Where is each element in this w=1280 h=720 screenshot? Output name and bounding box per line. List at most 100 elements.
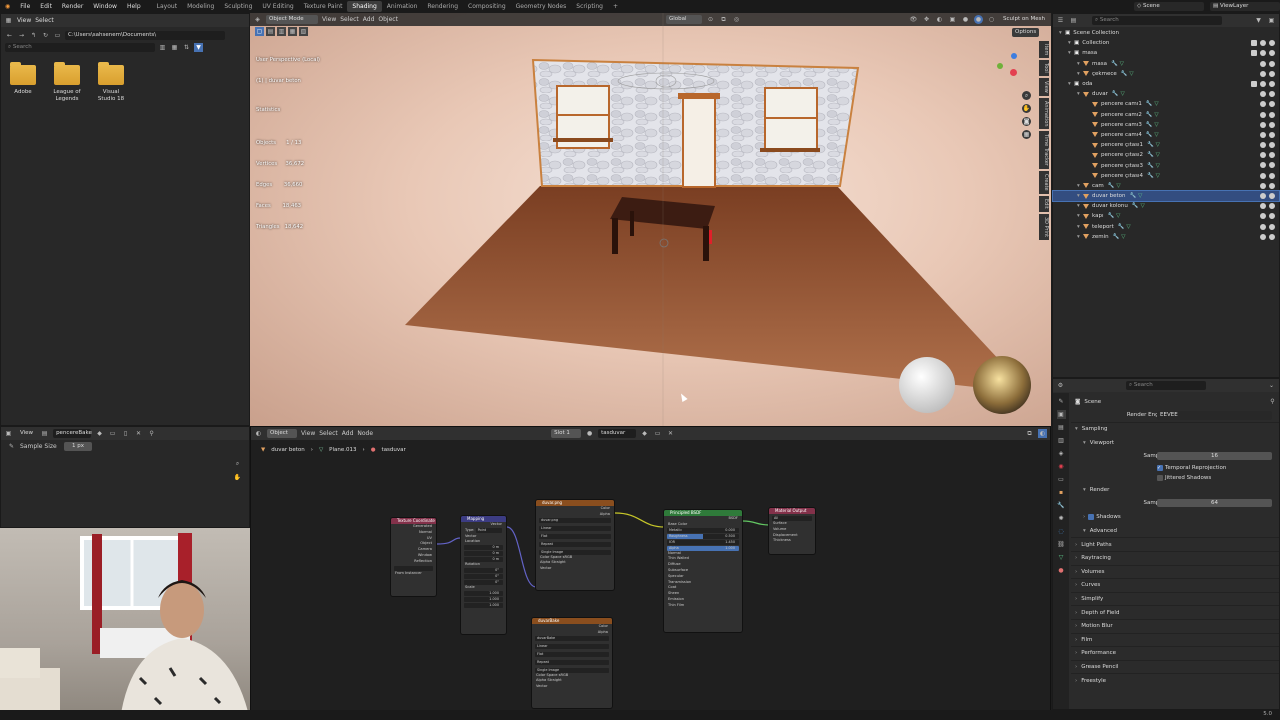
panel-section[interactable]: › Volumes — [1071, 564, 1279, 579]
panel-section[interactable]: › Performance — [1071, 646, 1279, 660]
visibility-eye-icon[interactable] — [1260, 193, 1266, 199]
side-tab-time-tracker[interactable]: Time Tracker — [1039, 131, 1049, 170]
visibility-eye-icon[interactable] — [1260, 172, 1266, 179]
outliner-row[interactable]: ▾ cam 🔧 ▽ — [1053, 181, 1279, 191]
visibility-eye-icon[interactable] — [1260, 50, 1266, 57]
render-camera-icon[interactable] — [1269, 162, 1275, 169]
image-name-field[interactable]: pencereBake — [53, 429, 92, 438]
add-workspace-button[interactable]: + — [608, 1, 623, 12]
projection-dropdown[interactable]: Flat — [539, 533, 611, 539]
checkbox[interactable] — [1088, 513, 1095, 520]
alpha-dropdown[interactable]: Straight — [547, 678, 561, 682]
render-camera-icon[interactable] — [1269, 213, 1275, 220]
scene-selector[interactable]: ◇ Scene — [1134, 2, 1204, 11]
tab-shading[interactable]: Shading — [347, 1, 382, 12]
panel-section[interactable]: › Simplify — [1071, 591, 1279, 606]
panel-section[interactable]: › Raytracing — [1071, 550, 1279, 565]
outliner-row[interactable]: ▾ kapı 🔧 ▽ — [1053, 211, 1279, 221]
menu-help[interactable]: Help — [122, 3, 146, 10]
exclude-checkbox[interactable] — [1251, 40, 1257, 47]
object-tab-icon[interactable]: ▪ — [1057, 488, 1066, 497]
render-camera-icon[interactable] — [1269, 142, 1275, 149]
fb-search-input[interactable]: ⌕ Search — [5, 43, 155, 52]
folder-item[interactable]: Visual Studio 18 — [89, 62, 133, 103]
menu-edit[interactable]: Edit — [35, 3, 57, 10]
visibility-eye-icon[interactable] — [1260, 233, 1266, 240]
new-image-icon[interactable]: ▭ — [108, 429, 117, 438]
scale-y-field[interactable]: 1.000 — [464, 596, 503, 602]
render-engine-dropdown[interactable]: EEVEE — [1157, 410, 1272, 420]
outliner-row[interactable]: ▾ duvar kolonu 🔧 ▽ — [1053, 201, 1279, 211]
menu-render[interactable]: Render — [57, 3, 88, 10]
visibility-eye-icon[interactable] — [1260, 162, 1266, 169]
outliner-row[interactable]: pencere camı2 🔧 ▽ — [1053, 110, 1279, 120]
outliner-row[interactable]: pencere camı4 🔧 ▽ — [1053, 130, 1279, 140]
visibility-eye-icon[interactable] — [1260, 40, 1266, 47]
visibility-eye-icon[interactable] — [1260, 91, 1266, 98]
collection-tab-icon[interactable]: ▭ — [1057, 475, 1066, 484]
side-tab-edit[interactable]: Edit — [1039, 195, 1049, 212]
menu-window[interactable]: Window — [88, 3, 122, 10]
outliner-row[interactable]: ▾ ▣ oda — [1053, 79, 1279, 89]
outliner-row[interactable]: ▾ ▣ Scene Collection — [1053, 28, 1279, 38]
eyedropper-icon[interactable]: ✎ — [7, 442, 16, 451]
outliner-row[interactable]: pencere camı3 🔧 ▽ — [1053, 120, 1279, 130]
rotation-x-field[interactable]: 0° — [464, 567, 503, 573]
panel-section[interactable]: ▾ Sampling — [1071, 422, 1279, 436]
outliner-row[interactable]: ▾ çekmece 🔧 ▽ — [1053, 69, 1279, 79]
render-camera-icon[interactable] — [1269, 111, 1275, 118]
node-editor-panel[interactable]: ◐ Object View Select Add Node Slot 1 ● t… — [250, 426, 1051, 714]
editor-type-icon[interactable]: ▣ — [4, 429, 13, 438]
tab-layout[interactable]: Layout — [152, 1, 182, 12]
display-mode-icon[interactable]: ▥ — [158, 43, 167, 52]
fake-user-icon[interactable]: ◆ — [95, 429, 104, 438]
visibility-eye-icon[interactable] — [1260, 142, 1266, 149]
folder-item[interactable]: League of Legends — [45, 62, 89, 103]
render-camera-icon[interactable] — [1269, 203, 1275, 210]
physics-tab-icon[interactable]: ◌ — [1057, 527, 1066, 536]
visibility-eye-icon[interactable] — [1260, 223, 1266, 230]
new-folder-icon[interactable]: ▭ — [53, 31, 62, 40]
world-tab-icon[interactable]: ◉ — [1057, 462, 1066, 471]
grid-icon[interactable]: ▦ — [1022, 130, 1031, 139]
image-texture-node[interactable]: duvar.png Color Alpha duvar.png Linear F… — [535, 499, 615, 591]
ie-view-menu[interactable]: View — [17, 429, 36, 438]
navigation-gizmo[interactable] — [995, 51, 1029, 85]
tab-geometry-nodes[interactable]: Geometry Nodes — [511, 1, 572, 12]
side-tab-animation[interactable]: Animation — [1039, 97, 1049, 130]
checkbox[interactable] — [1157, 474, 1163, 481]
side-tab-tool[interactable]: Tool — [1039, 60, 1049, 77]
subpanel-section[interactable]: ▾ Advanced — [1071, 524, 1279, 538]
sample-size-field[interactable]: 1 px — [64, 442, 92, 451]
3d-viewport[interactable]: ◈ Object Mode View Select Add Object Glo… — [250, 13, 1051, 426]
editor-type-icon[interactable]: ☰ — [1056, 16, 1065, 25]
axis-x-dot[interactable] — [1010, 69, 1017, 76]
image-field[interactable]: duvarBake — [535, 635, 609, 641]
ior-field[interactable]: IOR 1.450 — [667, 539, 739, 545]
render-camera-icon[interactable] — [1269, 131, 1275, 138]
scene-tab-icon[interactable]: ◈ — [1057, 449, 1066, 458]
mapping-node[interactable]: Mapping Vector Type: Point Vector Locati… — [460, 515, 507, 635]
outliner-row[interactable]: ▾ ▣ Collection — [1053, 38, 1279, 48]
view-layer-tab-icon[interactable]: ▥ — [1057, 436, 1066, 445]
outliner-search-input[interactable]: ⌕ Search — [1092, 16, 1222, 25]
rotation-y-field[interactable]: 0° — [464, 573, 503, 579]
display-mode-icon[interactable]: ▤ — [1069, 16, 1078, 25]
render-camera-icon[interactable] — [1269, 91, 1275, 98]
visibility-eye-icon[interactable] — [1260, 131, 1266, 138]
projection-dropdown[interactable]: Flat — [535, 651, 609, 657]
render-camera-icon[interactable] — [1269, 172, 1275, 179]
side-tab-view[interactable]: View — [1039, 78, 1049, 96]
shadows-subpanel[interactable]: › Shadows — [1071, 510, 1279, 524]
scale-z-field[interactable]: 1.000 — [464, 602, 503, 608]
principled-bsdf-node[interactable]: Principled BSDF BSDF Base Color Metallic… — [663, 509, 743, 633]
render-camera-icon[interactable] — [1269, 70, 1275, 77]
texture-coordinate-node[interactable]: Texture Coordinate Generated Normal UV O… — [390, 517, 437, 597]
filter-icon[interactable]: ▼ — [194, 43, 203, 52]
tab-modeling[interactable]: Modeling — [182, 1, 219, 12]
blender-logo-icon[interactable]: ◉ — [0, 3, 15, 10]
view-layer-selector[interactable]: ▤ ViewLayer — [1210, 2, 1280, 11]
render-camera-icon[interactable] — [1269, 233, 1275, 240]
axis-y-dot[interactable] — [997, 63, 1003, 69]
exclude-checkbox[interactable] — [1251, 80, 1257, 87]
